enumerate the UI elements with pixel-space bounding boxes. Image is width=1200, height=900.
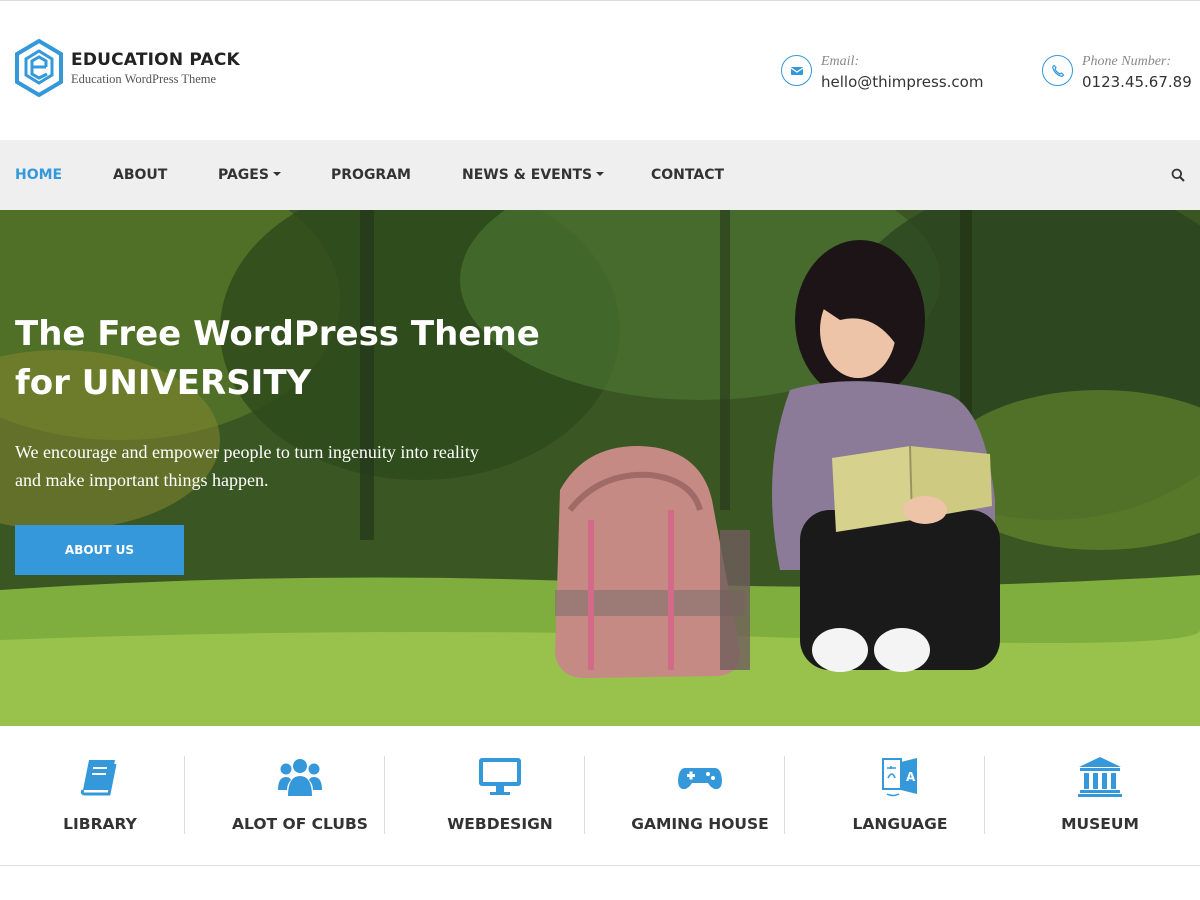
brand-tagline: Education WordPress Theme <box>71 71 217 86</box>
phone-label: Phone Number: <box>1082 54 1172 69</box>
hero-title: The Free WordPress Theme for UNIVERSITY <box>15 314 540 403</box>
feature-label: LANGUAGE <box>852 815 948 833</box>
caret-down-icon <box>596 172 605 176</box>
divider <box>384 756 385 834</box>
nav-item-home[interactable]: HOME <box>15 140 62 210</box>
feature-label: GAMING HOUSE <box>631 815 769 833</box>
hero-banner: The Free WordPress Theme for UNIVERSITY … <box>0 210 1200 726</box>
search-icon[interactable] <box>1171 168 1185 182</box>
museum-icon <box>1078 757 1122 797</box>
email-value[interactable]: hello@thimpress.com <box>821 71 983 93</box>
desktop-icon <box>479 758 521 795</box>
main-navigation: HOME ABOUT PAGES PROGRAM NEWS & EVENTS C… <box>0 140 1200 210</box>
gamepad-icon <box>678 768 722 790</box>
contact-phone: Phone Number: 0123.45.67.89 <box>1042 53 1192 93</box>
envelope-icon <box>781 55 812 86</box>
feature-library[interactable]: LIBRARY <box>0 756 200 834</box>
nav-item-news-events[interactable]: NEWS & EVENTS <box>462 140 605 210</box>
feature-museum[interactable]: MUSEUM <box>1000 756 1200 834</box>
divider <box>984 756 985 834</box>
hexagon-e-logo-icon <box>15 39 63 97</box>
feature-webdesign[interactable]: WEBDESIGN <box>400 756 600 834</box>
email-label: Email: <box>821 54 860 69</box>
nav-item-contact[interactable]: CONTACT <box>651 140 724 210</box>
site-logo[interactable]: EDUCATION PACK Education WordPress Theme <box>14 39 240 97</box>
divider <box>584 756 585 834</box>
features-bar: LIBRARY ALOT OF CLUBS WEBDESIGN GAMING H… <box>0 726 1200 866</box>
nav-item-about[interactable]: ABOUT <box>113 140 167 210</box>
users-icon <box>278 759 322 796</box>
feature-gaming-house[interactable]: GAMING HOUSE <box>600 756 800 834</box>
about-us-button[interactable]: ABOUT US <box>15 525 184 575</box>
book-icon <box>80 760 117 796</box>
divider <box>184 756 185 834</box>
translate-icon: A <box>882 758 917 797</box>
feature-label: MUSEUM <box>1061 815 1139 833</box>
contact-email: Email: hello@thimpress.com <box>781 53 983 93</box>
divider <box>784 756 785 834</box>
feature-label: LIBRARY <box>63 815 137 833</box>
phone-icon <box>1042 55 1073 86</box>
feature-label: ALOT OF CLUBS <box>232 815 368 833</box>
feature-language[interactable]: A LANGUAGE <box>800 756 1000 834</box>
feature-clubs[interactable]: ALOT OF CLUBS <box>200 756 400 834</box>
nav-item-pages[interactable]: PAGES <box>218 140 281 210</box>
svg-text:A: A <box>906 770 916 784</box>
caret-down-icon <box>272 172 281 176</box>
hero-description: We encourage and empower people to turn … <box>15 442 479 490</box>
feature-label: WEBDESIGN <box>447 815 553 833</box>
phone-value[interactable]: 0123.45.67.89 <box>1082 71 1192 93</box>
brand-name: EDUCATION PACK <box>71 49 240 70</box>
nav-item-program[interactable]: PROGRAM <box>331 140 411 210</box>
site-header: EDUCATION PACK Education WordPress Theme… <box>0 0 1200 140</box>
